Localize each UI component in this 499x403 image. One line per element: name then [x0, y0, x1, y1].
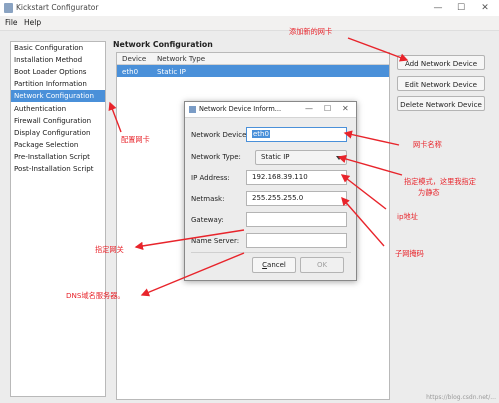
- add-network-device-button[interactable]: Add Network Device: [397, 55, 485, 70]
- sidebar-item-basic-configuration[interactable]: Basic Configuration: [11, 42, 105, 54]
- sidebar-item-authentication[interactable]: Authentication: [11, 103, 105, 115]
- dialog-close-icon[interactable]: ✕: [342, 104, 349, 113]
- sidebar-item-installation-method[interactable]: Installation Method: [11, 54, 105, 66]
- netmask-field[interactable]: 255.255.255.0: [246, 191, 347, 206]
- edit-network-device-button[interactable]: Edit Network Device: [397, 76, 485, 91]
- table-header: Device Network Type: [117, 53, 389, 65]
- dialog-titlebar: Network Device Inform... — ☐ ✕: [185, 102, 356, 118]
- delete-network-device-button[interactable]: Delete Network Device: [397, 96, 485, 111]
- network-type-label: Network Type:: [191, 153, 241, 161]
- sidebar-item-display-configuration[interactable]: Display Configuration: [11, 127, 105, 139]
- cancel-label: ancel: [267, 261, 286, 269]
- window-titlebar: Kickstart Configurator — ☐ ✕: [0, 0, 499, 17]
- network-device-label: Network Device:: [191, 131, 249, 139]
- cancel-button[interactable]: Cancel: [252, 257, 296, 273]
- sidebar-item-partition-information[interactable]: Partition Information: [11, 78, 105, 90]
- column-header-network-type[interactable]: Network Type: [157, 54, 205, 63]
- watermark: https://blog.csdn.net/...: [426, 394, 496, 401]
- sidebar: Basic Configuration Installation Method …: [10, 41, 106, 397]
- minimize-icon[interactable]: —: [432, 2, 444, 14]
- network-device-dialog: Network Device Inform... — ☐ ✕ Network D…: [184, 101, 357, 281]
- menubar: File Help: [0, 16, 499, 31]
- menu-file[interactable]: File: [5, 18, 18, 27]
- section-title: Network Configuration: [113, 40, 213, 49]
- annotation-nic-name: 网卡名称: [413, 140, 442, 149]
- sidebar-item-pre-installation-script[interactable]: Pre-Installation Script: [11, 151, 105, 163]
- cell-device: eth0: [122, 67, 139, 76]
- kickstart-icon: [4, 3, 13, 13]
- sidebar-item-package-selection[interactable]: Package Selection: [11, 139, 105, 151]
- annotation-gateway: 指定网关: [95, 245, 124, 254]
- network-type-value: Static IP: [261, 153, 290, 161]
- cell-network-type: Static IP: [157, 67, 186, 76]
- annotation-add-nic: 添加新的网卡: [289, 27, 333, 36]
- network-device-value: eth0: [252, 130, 270, 138]
- sidebar-item-post-installation-script[interactable]: Post-Installation Script: [11, 163, 105, 175]
- ok-button[interactable]: OK: [300, 257, 344, 273]
- column-header-device[interactable]: Device: [122, 54, 146, 63]
- annotation-dns: DNS域名服务器。: [66, 291, 125, 300]
- annotation-configure-nic: 配置网卡: [121, 135, 150, 144]
- annotation-mode-line1: 指定模式，这里我指定: [404, 177, 476, 186]
- sidebar-item-network-configuration[interactable]: Network Configuration: [11, 90, 105, 102]
- maximize-icon[interactable]: ☐: [455, 2, 467, 14]
- table-row[interactable]: eth0 Static IP: [117, 65, 389, 77]
- sidebar-item-boot-loader-options[interactable]: Boot Loader Options: [11, 66, 105, 78]
- window-title: Kickstart Configurator: [16, 3, 99, 12]
- ip-address-label: IP Address:: [191, 174, 230, 182]
- dialog-separator: [191, 252, 351, 253]
- ip-address-field[interactable]: 192.168.39.110: [246, 170, 347, 185]
- name-server-label: Name Server:: [191, 237, 240, 245]
- gateway-field[interactable]: [246, 212, 347, 227]
- close-icon[interactable]: ✕: [479, 2, 491, 14]
- dialog-title: Network Device Inform...: [199, 105, 282, 113]
- annotation-ip: ip地址: [397, 212, 418, 221]
- dialog-app-icon: [189, 106, 196, 113]
- network-device-field[interactable]: eth0: [246, 127, 347, 142]
- annotation-mode-line2: 为静态: [418, 188, 440, 197]
- name-server-field[interactable]: [246, 233, 347, 248]
- dialog-minimize-icon[interactable]: —: [305, 104, 313, 113]
- chevron-down-icon: [336, 156, 342, 160]
- dialog-maximize-icon[interactable]: ☐: [324, 104, 331, 113]
- menu-help[interactable]: Help: [24, 18, 41, 27]
- gateway-label: Gateway:: [191, 216, 224, 224]
- network-type-select[interactable]: Static IP: [255, 150, 347, 165]
- netmask-label: Netmask:: [191, 195, 225, 203]
- annotation-netmask: 子网掩码: [395, 249, 424, 258]
- sidebar-item-firewall-configuration[interactable]: Firewall Configuration: [11, 115, 105, 127]
